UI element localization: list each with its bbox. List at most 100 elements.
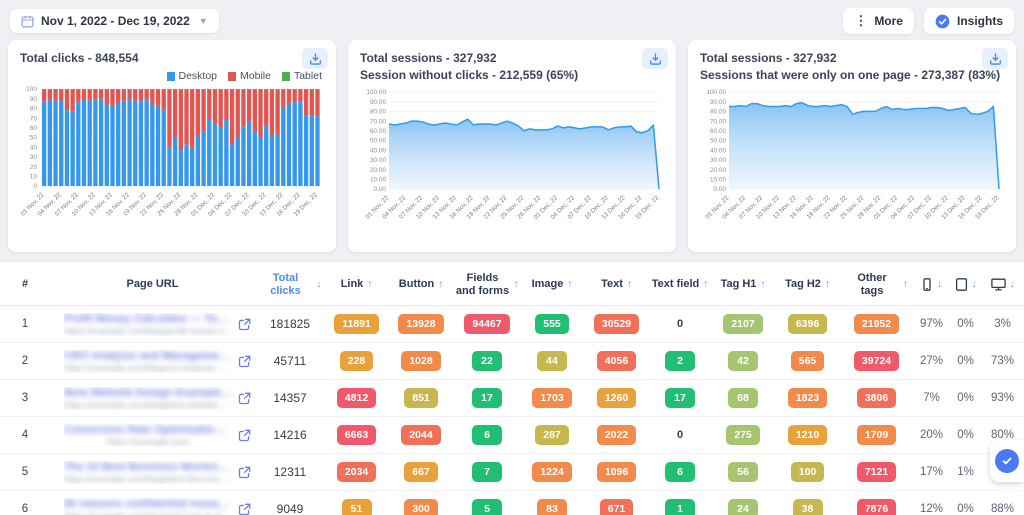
h2-value: 100 — [775, 462, 840, 482]
image-value: 44 — [520, 351, 584, 371]
desktop-percent: 93% — [990, 392, 1015, 404]
row-rank: 5 — [21, 466, 29, 478]
count-badge: 22 — [472, 351, 502, 371]
page-url-text[interactable]: 60 reasons confidential research team ca… — [64, 498, 234, 515]
svg-text:70: 70 — [30, 116, 38, 123]
page-url-text[interactable]: Best Website Design Examples — Tools htt… — [64, 387, 234, 410]
svg-text:30.00: 30.00 — [370, 157, 386, 164]
more-button[interactable]: ⋮ More — [843, 8, 914, 34]
svg-text:20.00: 20.00 — [710, 167, 726, 174]
total-clicks-value: 9049 — [276, 502, 304, 515]
button-value: 667 — [388, 462, 454, 482]
button-value: 2044 — [388, 425, 454, 445]
date-range-picker[interactable]: Nov 1, 2022 - Dec 19, 2022 ▼ — [10, 9, 219, 33]
external-link-icon[interactable] — [238, 392, 251, 405]
col-header-pm[interactable]: ↓ — [913, 278, 950, 291]
page-url-blurred: https://example.com/blog/best-films-for-… — [64, 473, 234, 484]
col-header-fields[interactable]: Fields and forms ↑ — [454, 272, 520, 297]
count-badge: 3806 — [856, 388, 897, 408]
h2-value: 6396 — [775, 314, 840, 334]
count-badge: 7876 — [856, 499, 897, 515]
legend-item-desktop: Desktop — [166, 70, 217, 82]
svg-text:50: 50 — [30, 135, 38, 142]
tablet-percent: 1% — [957, 466, 974, 478]
link-value: 6663 — [325, 425, 388, 445]
clicks-chart-legend: Desktop Mobile Tablet — [20, 70, 322, 82]
legend-swatch — [228, 71, 237, 81]
count-badge: 6 — [665, 462, 695, 482]
button-value: 851 — [388, 388, 454, 408]
floating-insights-button[interactable] — [990, 440, 1024, 482]
col-header-clicks[interactable]: Total clicks ↓ — [255, 272, 325, 297]
download-button[interactable] — [302, 48, 328, 69]
svg-text:0.00: 0.00 — [714, 186, 727, 193]
col-header-h1[interactable]: Tag H1 ↑ — [711, 278, 775, 291]
page-url-text[interactable]: CRO Analysis and Management Guide — Tool… — [64, 350, 234, 373]
total-clicks-value: 14216 — [273, 428, 307, 442]
col-header-textfield[interactable]: Text field ↑ — [649, 278, 711, 291]
page-url-text[interactable]: Profit Money Calculator — Tools https://… — [64, 313, 234, 336]
col-header-pt[interactable]: ↓ — [950, 278, 981, 291]
download-button[interactable] — [982, 48, 1008, 69]
desktop-percent: 88% — [990, 503, 1015, 515]
external-link-icon[interactable] — [238, 429, 251, 442]
insights-button[interactable]: Insights — [923, 8, 1014, 34]
image-value: 1224 — [520, 462, 584, 482]
count-badge: 1823 — [787, 388, 828, 408]
table-row: 5 The 10 Best Business Movies Entreprene… — [0, 454, 1024, 491]
count-badge: 1 — [665, 499, 695, 515]
svg-text:70.00: 70.00 — [710, 118, 726, 125]
external-link-icon[interactable] — [238, 466, 251, 479]
sort-up-icon: ↑ — [824, 278, 830, 290]
check-icon — [995, 449, 1019, 473]
col-header-link[interactable]: Link ↑ — [325, 278, 388, 291]
one-page-sessions-area-chart: 100.00 90.00 80.00 70.00 60.00 50.00 40.00 30.0… — [700, 87, 1004, 235]
count-badge: 30529 — [593, 314, 640, 334]
col-header-image[interactable]: Image ↑ — [520, 278, 584, 291]
kebab-menu-icon: ⋮ — [854, 13, 868, 28]
page-url-text[interactable]: Conversion Rate Optimization Tools — Too… — [64, 424, 232, 447]
count-badge: 5 — [472, 499, 502, 515]
count-badge: 17 — [665, 388, 695, 408]
page-title-blurred[interactable]: 60 reasons confidential research team ca… — [64, 498, 232, 510]
col-header-other[interactable]: Other tags ↑ — [840, 272, 913, 297]
svg-text:90.00: 90.00 — [710, 99, 726, 106]
col-header-button[interactable]: Button ↑ — [388, 278, 454, 291]
sort-down-icon: ↓ — [971, 278, 977, 290]
row-rank: 1 — [21, 318, 29, 330]
col-header-url: Page URL — [50, 278, 255, 291]
col-header-pd[interactable]: ↓ — [981, 278, 1024, 291]
page-title-blurred[interactable]: Conversion Rate Optimization Tools — Too… — [64, 424, 232, 436]
sessions-without-clicks-area-chart: 100.00 90.00 80.00 70.00 60.00 50.00 40.00 30.0… — [360, 87, 664, 235]
one-page-sessions-title: Sessions that were only on one page - 27… — [700, 68, 1001, 83]
page-title-blurred[interactable]: The 10 Best Business Movies Entrepreneur… — [64, 461, 232, 473]
svg-text:30: 30 — [30, 154, 38, 161]
page-title-blurred[interactable]: CRO Analysis and Management Guide — Tool… — [64, 350, 232, 362]
h1-value: 42 — [711, 351, 775, 371]
page-url-text[interactable]: The 10 Best Business Movies Entrepreneur… — [64, 461, 234, 484]
h2-value: 1210 — [775, 425, 840, 445]
count-badge: 7121 — [856, 462, 897, 482]
col-header-h2[interactable]: Tag H2 ↑ — [775, 278, 840, 291]
count-badge: 94467 — [464, 314, 510, 334]
fields-value: 17 — [454, 388, 520, 408]
sort-up-icon: ↑ — [367, 278, 373, 290]
text-value: 671 — [584, 499, 649, 515]
count-badge: 2 — [665, 351, 695, 371]
download-button[interactable] — [642, 48, 668, 69]
legend-swatch — [281, 71, 290, 81]
external-link-icon[interactable] — [238, 355, 251, 368]
page-title-blurred[interactable]: Best Website Design Examples — Tools — [64, 387, 232, 399]
page-url-cell: Profit Money Calculator — Tools https://… — [50, 313, 255, 336]
h2-value: 38 — [775, 499, 840, 515]
col-header-text[interactable]: Text ↑ — [584, 278, 649, 291]
page-title-blurred[interactable]: Profit Money Calculator — Tools — [64, 313, 232, 325]
col-header-label: Total clicks — [270, 271, 301, 297]
sort-up-icon: ↑ — [438, 278, 444, 290]
link-value: 228 — [325, 351, 388, 371]
svg-text:10.00: 10.00 — [710, 176, 726, 183]
external-link-icon[interactable] — [238, 503, 251, 515]
page-url-cell: 60 reasons confidential research team ca… — [50, 498, 255, 515]
external-link-icon[interactable] — [238, 318, 251, 331]
count-badge: 1709 — [856, 425, 897, 445]
